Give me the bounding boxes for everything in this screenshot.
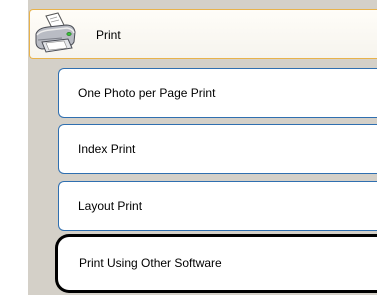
menu-item-label: One Photo per Page Print xyxy=(78,86,216,100)
print-header[interactable]: Print xyxy=(29,9,377,59)
menu-item-print-using-other-software[interactable]: Print Using Other Software xyxy=(55,234,377,293)
menu-item-one-photo-per-page-print[interactable]: One Photo per Page Print xyxy=(58,68,377,118)
printer-icon xyxy=(35,12,76,53)
menu-item-index-print[interactable]: Index Print xyxy=(58,124,377,174)
print-header-label: Print xyxy=(96,28,121,42)
menu-item-layout-print[interactable]: Layout Print xyxy=(58,181,377,231)
menu-item-label: Print Using Other Software xyxy=(79,256,222,270)
menu-item-label: Index Print xyxy=(78,142,136,156)
menu-item-label: Layout Print xyxy=(78,199,143,213)
